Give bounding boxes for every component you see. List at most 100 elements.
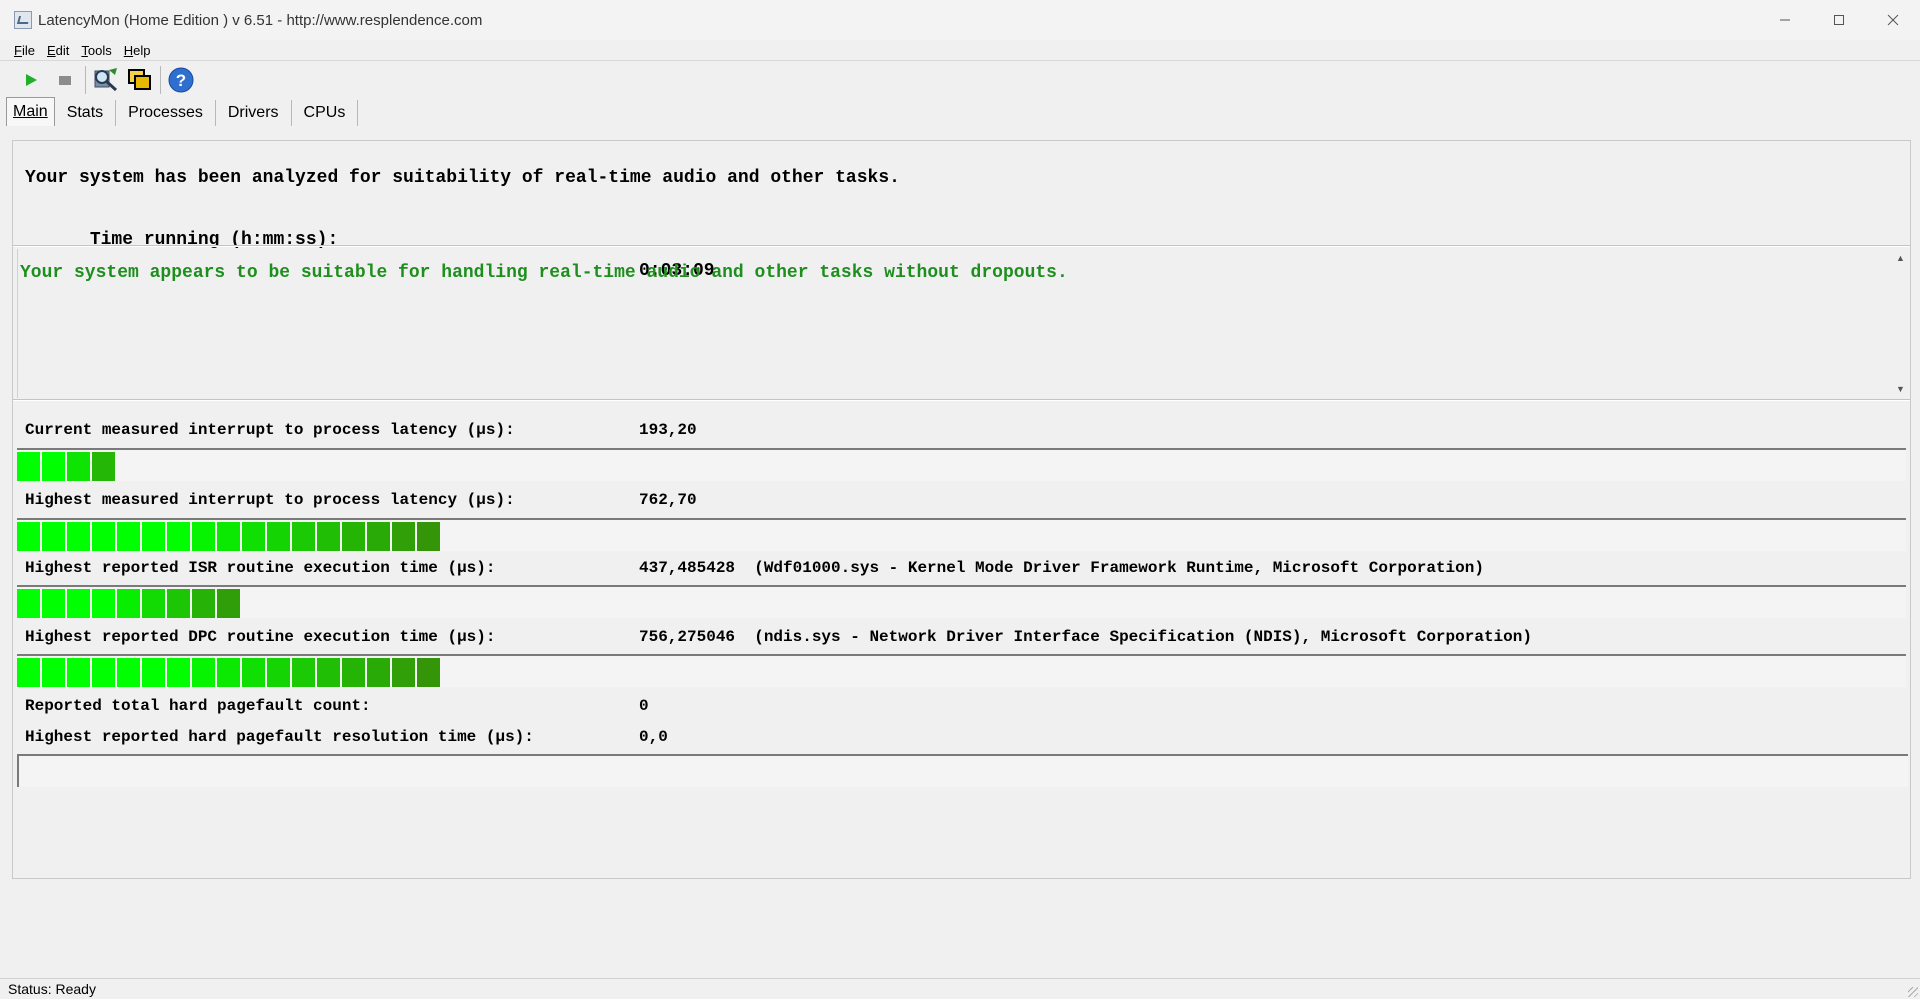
tab-processes[interactable]: Processes	[116, 100, 216, 126]
time-running-row: Time running (h:mm:ss): 0:03:09	[25, 194, 900, 281]
bar-segment	[242, 658, 265, 687]
highest-latency-label: Highest measured interrupt to process la…	[25, 491, 515, 509]
bar-segment	[117, 522, 140, 551]
toolbar-separator	[160, 66, 161, 94]
bar-segment	[67, 452, 90, 481]
pagefault-count-value: 0	[639, 697, 649, 715]
title-bar: LatencyMon (Home Edition ) v 6.51 - http…	[0, 0, 1920, 40]
cpu-windows-icon	[128, 69, 151, 90]
minimize-icon	[1780, 19, 1790, 21]
bar-segment	[67, 522, 90, 551]
bar-segment	[192, 658, 215, 687]
isr-time-label: Highest reported ISR routine execution t…	[25, 559, 496, 577]
bar-segment	[92, 589, 115, 618]
menu-help[interactable]: Help	[120, 43, 155, 58]
menu-edit[interactable]: Edit	[43, 43, 73, 58]
bar-segment	[42, 522, 65, 551]
latencymon-app-icon	[14, 11, 32, 29]
bar-segment	[167, 589, 190, 618]
stop-icon	[59, 76, 71, 85]
minimize-button[interactable]	[1758, 0, 1812, 40]
bar-segment	[42, 589, 65, 618]
tab-main[interactable]: Main	[6, 97, 55, 126]
bar-segment	[67, 658, 90, 687]
bar-segment	[417, 658, 440, 687]
current-latency-value: 193,20	[639, 421, 697, 439]
isr-time-bar	[17, 585, 1906, 618]
isr-time-bar-fill	[17, 589, 242, 618]
tab-drivers[interactable]: Drivers	[215, 100, 292, 126]
time-running-label: Time running (h:mm:ss):	[89, 230, 339, 250]
dpc-time-label: Highest reported DPC routine execution t…	[25, 628, 496, 646]
bar-segment	[92, 452, 115, 481]
highest-latency-value: 762,70	[639, 491, 697, 509]
bar-segment	[292, 658, 315, 687]
scroll-up-icon[interactable]: ▲	[1896, 253, 1905, 263]
resize-grip-icon[interactable]	[1908, 987, 1918, 997]
bar-segment	[117, 589, 140, 618]
verdict-box: Your system appears to be suitable for h…	[17, 249, 1905, 398]
scroll-down-icon[interactable]: ▼	[1896, 384, 1905, 394]
pagefault-time-value: 0,0	[639, 728, 668, 746]
divider	[13, 399, 1910, 401]
bar-segment	[317, 658, 340, 687]
bar-segment	[67, 589, 90, 618]
highest-latency-bar-fill	[17, 522, 442, 551]
bar-segment	[167, 522, 190, 551]
driver-search-icon	[94, 68, 118, 92]
tab-cpus[interactable]: CPUs	[291, 100, 359, 126]
bar-segment	[217, 522, 240, 551]
toolbar-separator	[85, 66, 86, 94]
help-button[interactable]: ?	[164, 64, 198, 96]
cpu-view-button[interactable]	[123, 64, 157, 96]
bar-segment	[142, 522, 165, 551]
divider	[13, 245, 1910, 247]
analysis-summary: Your system has been analyzed for suitab…	[25, 163, 900, 281]
maximize-icon	[1834, 15, 1844, 25]
bar-segment	[392, 522, 415, 551]
bar-segment	[242, 522, 265, 551]
bar-segment	[267, 658, 290, 687]
bar-segment	[42, 658, 65, 687]
bar-segment	[417, 522, 440, 551]
driver-search-button[interactable]	[89, 64, 123, 96]
bar-segment	[142, 658, 165, 687]
status-bar: Status: Ready	[0, 978, 1920, 999]
svg-text:?: ?	[176, 71, 186, 90]
tab-strip: Main Stats Processes Drivers CPUs	[6, 97, 359, 126]
start-button[interactable]	[14, 64, 48, 96]
current-latency-bar-fill	[17, 452, 117, 481]
menu-tools[interactable]: Tools	[77, 43, 115, 58]
tab-stats[interactable]: Stats	[54, 100, 117, 126]
window-title: LatencyMon (Home Edition ) v 6.51 - http…	[38, 11, 483, 29]
bar-segment	[267, 522, 290, 551]
bar-segment	[217, 589, 240, 618]
close-button[interactable]	[1866, 0, 1920, 40]
bar-segment	[117, 658, 140, 687]
dpc-time-bar	[17, 654, 1906, 687]
pagefault-time-label: Highest reported hard pagefault resoluti…	[25, 728, 534, 746]
pagefault-count-label: Reported total hard pagefault count:	[25, 697, 371, 715]
menu-file[interactable]: File	[10, 43, 39, 58]
bar-segment	[17, 658, 40, 687]
bar-segment	[92, 658, 115, 687]
bar-segment	[342, 658, 365, 687]
bar-segment	[142, 589, 165, 618]
analysis-headline: Your system has been analyzed for suitab…	[25, 168, 900, 188]
bar-segment	[17, 589, 40, 618]
current-latency-bar	[17, 448, 1906, 481]
verdict-scrollbar[interactable]: ▲ ▼	[1893, 249, 1908, 398]
bar-segment	[17, 452, 40, 481]
bar-segment	[192, 589, 215, 618]
maximize-button[interactable]	[1812, 0, 1866, 40]
close-icon	[1887, 14, 1899, 26]
window-controls	[1758, 0, 1920, 40]
bar-segment	[317, 522, 340, 551]
current-latency-label: Current measured interrupt to process la…	[25, 421, 515, 439]
bar-segment	[292, 522, 315, 551]
isr-time-value: 437,485428 (Wdf01000.sys - Kernel Mode D…	[639, 559, 1484, 577]
dpc-time-value: 756,275046 (ndis.sys - Network Driver In…	[639, 628, 1532, 646]
main-panel: Your system has been analyzed for suitab…	[12, 140, 1911, 879]
stop-button[interactable]	[48, 64, 82, 96]
bar-segment	[367, 522, 390, 551]
